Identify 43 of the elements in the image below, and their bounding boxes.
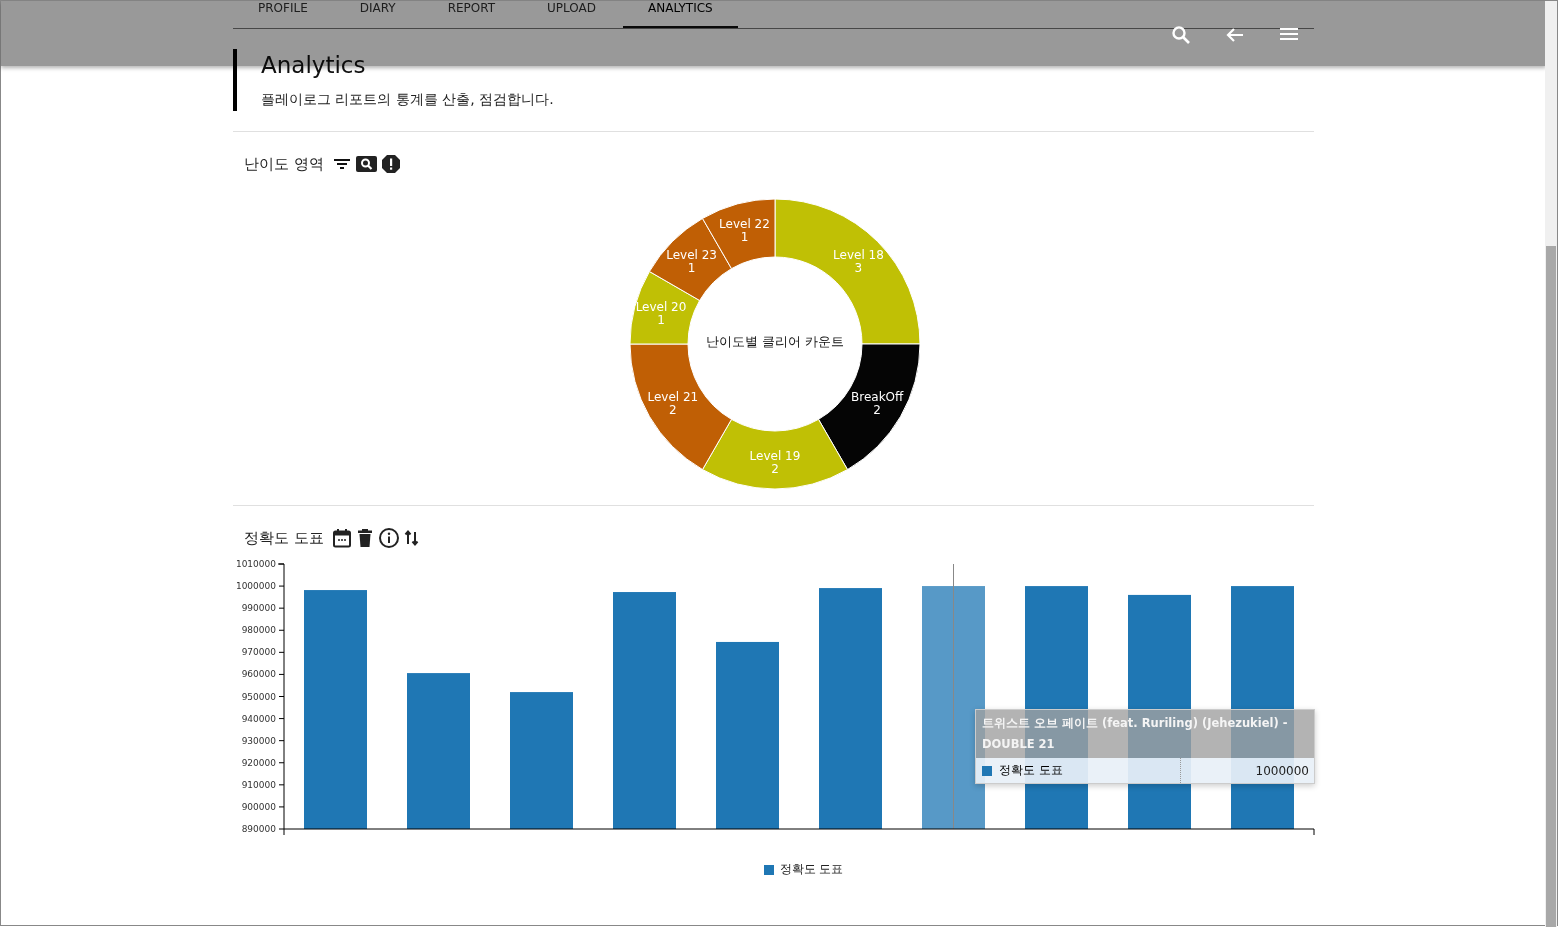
- search-icon[interactable]: [1170, 24, 1192, 46]
- tick-label: 970000: [241, 647, 276, 658]
- info-icon[interactable]: [377, 527, 400, 549]
- section-title: 정확도 도표: [244, 528, 324, 548]
- chart-title: 난이도별 클리어 카운트: [705, 334, 844, 349]
- tooltip-value: 1000000: [1254, 763, 1310, 778]
- page-title: Analytics: [261, 51, 367, 79]
- trash-icon[interactable]: [355, 528, 374, 548]
- tooltip-title: 트위스트 오브 페이트 (feat. Ruriling) (Jehezukiel) - DOUBLE 21: [976, 710, 1314, 758]
- slice-label: BreakOff 2: [850, 390, 903, 417]
- slice-label: Level 23 1: [665, 247, 717, 275]
- tab[interactable]: REPORT: [422, 1, 521, 28]
- tab[interactable]: UPLOAD: [522, 1, 621, 28]
- tick-label: 990000: [241, 603, 276, 614]
- legend-swatch: [982, 765, 992, 776]
- tick-label: 1000000: [235, 581, 276, 592]
- tick-label: 920000: [241, 757, 276, 768]
- section-title: 난이도 영역: [244, 154, 324, 174]
- tab[interactable]: PROFILE: [233, 1, 333, 28]
- calendar-icon[interactable]: [331, 528, 352, 548]
- slice-label: Level 19 2: [749, 449, 800, 476]
- tick-label: 910000: [241, 779, 276, 790]
- page-subtitle: 플레이로그 리포트의 통계를 산출, 점검합니다.: [261, 91, 555, 109]
- alert-icon[interactable]: [380, 154, 401, 174]
- tab[interactable]: ANALYTICS: [623, 1, 738, 28]
- tick-label: 940000: [241, 713, 276, 724]
- sort-icon[interactable]: [403, 528, 420, 548]
- tick-label: 950000: [241, 691, 276, 702]
- slice-label: Level 21 2: [646, 390, 698, 417]
- legend-label[interactable]: 정확도 도표: [779, 861, 844, 878]
- tick-label: 930000: [241, 735, 276, 746]
- slice-label: Level 22 1: [718, 217, 770, 244]
- search-icon[interactable]: [355, 155, 377, 173]
- tick-label: 1010000: [235, 559, 276, 569]
- scrollbar-thumb[interactable]: [1546, 246, 1556, 927]
- tick-label: 960000: [241, 669, 276, 680]
- tick-label: 980000: [241, 625, 276, 636]
- tick-label: 900000: [241, 801, 276, 812]
- slice-label: Level 20 1: [635, 300, 686, 328]
- slice-label: Level 18 3: [832, 247, 884, 275]
- tick-label: 890000: [241, 824, 276, 834]
- tooltip-series: 정확도 도표: [999, 762, 1063, 779]
- tab[interactable]: DIARY: [334, 1, 421, 28]
